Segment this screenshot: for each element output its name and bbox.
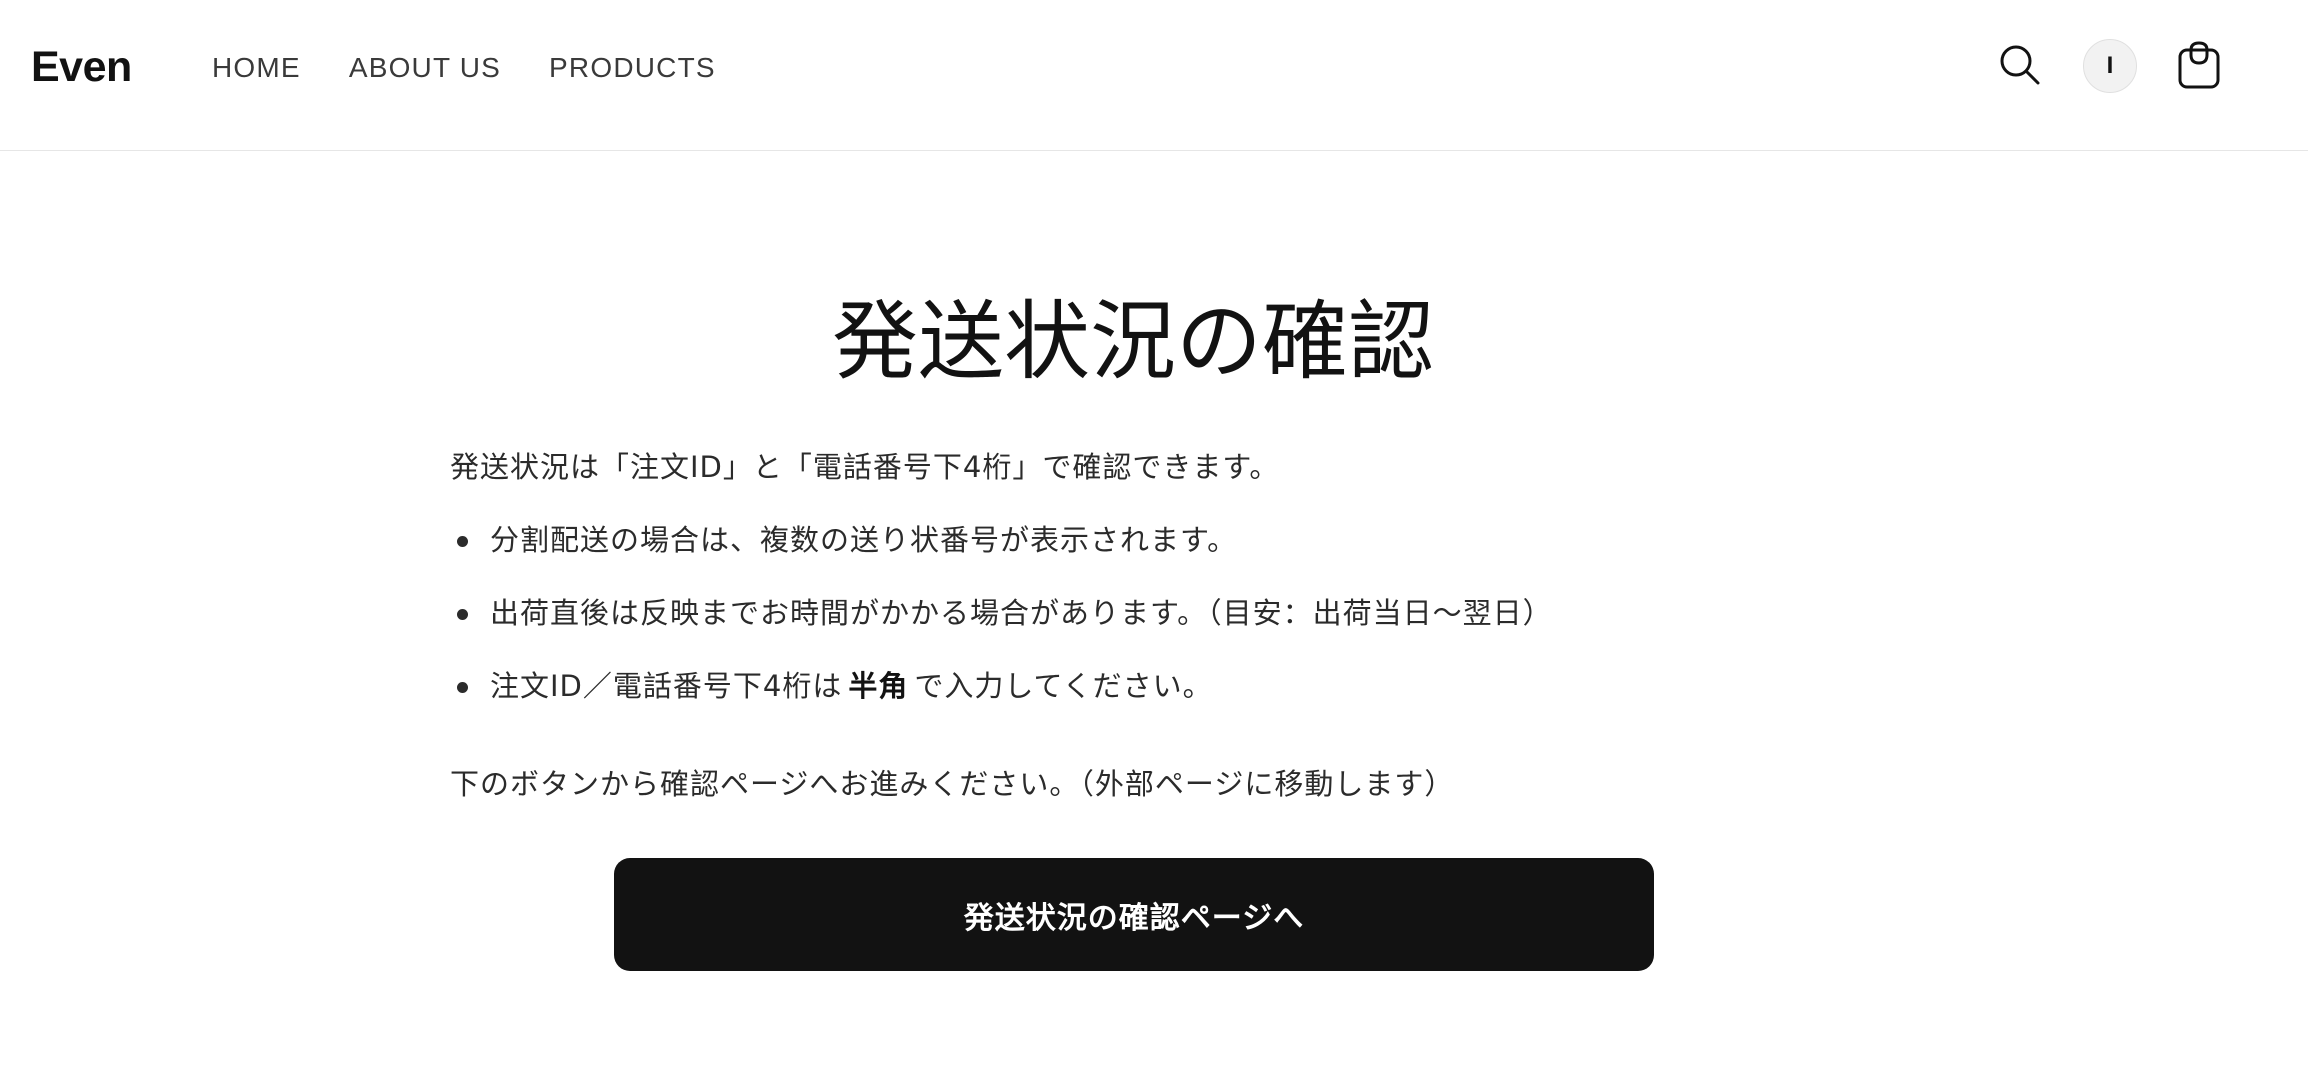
search-icon — [2000, 45, 2040, 85]
site-logo[interactable]: Even — [31, 38, 132, 96]
notes-list: 分割配送の場合は、複数の送り状番号が表示されます。 出荷直後は反映までお時間がか… — [450, 519, 1750, 738]
cart-button[interactable] — [2175, 41, 2223, 91]
list-item: 注文ID／電話番号下4桁は 半角 で入力してください。 — [450, 665, 1750, 707]
shipping-status-button[interactable]: 発送状況の確認ページへ — [614, 858, 1654, 971]
page-title: 発送状況の確認 — [832, 292, 1434, 392]
note-text: で入力してください。 — [914, 669, 1213, 703]
cart-icon — [2178, 41, 2220, 89]
outro-text: 下のボタンから確認ページへお進みください。（外部ページに移動します） — [450, 767, 1455, 801]
list-item: 出荷直後は反映までお時間がかかる場合があります。（目安：出荷当日〜翌日） — [450, 592, 1750, 634]
nav-about-us[interactable]: ABOUT US — [349, 48, 501, 88]
emphasis-text: 半角 — [848, 669, 909, 703]
main-nav: HOME ABOUT US PRODUCTS — [212, 48, 716, 88]
note-text: 分割配送の場合は、複数の送り状番号が表示されます。 — [490, 523, 1238, 557]
site-header: Even HOME ABOUT US PRODUCTS I — [0, 0, 2308, 151]
note-text: 出荷直後は反映までお時間がかかる場合があります。（目安：出荷当日〜翌日） — [490, 596, 1553, 630]
nav-home[interactable]: HOME — [212, 48, 301, 88]
note-text: 注文ID／電話番号下4桁は — [490, 669, 843, 703]
search-button[interactable] — [1996, 41, 2044, 89]
nav-products[interactable]: PRODUCTS — [549, 48, 716, 88]
button-label: 発送状況の確認ページへ — [963, 900, 1305, 936]
account-button[interactable]: I — [2083, 39, 2137, 93]
intro-text: 発送状況は「注文ID」と「電話番号下4桁」で確認できます。 — [450, 450, 1280, 484]
list-item: 分割配送の場合は、複数の送り状番号が表示されます。 — [450, 519, 1750, 561]
avatar-initial: I — [2106, 52, 2114, 79]
